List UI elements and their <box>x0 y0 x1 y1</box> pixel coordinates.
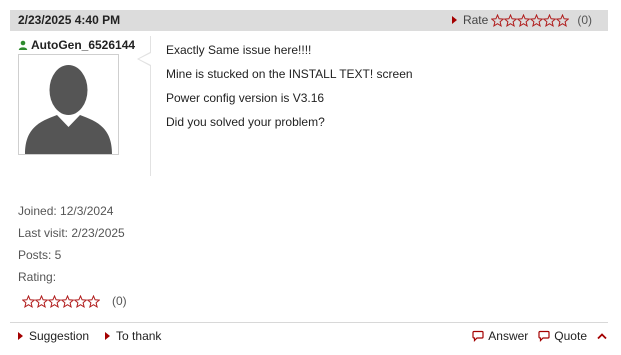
post-rating-stars[interactable] <box>491 13 570 27</box>
thank-link[interactable]: To thank <box>105 329 161 343</box>
answer-button[interactable]: Answer <box>472 329 528 343</box>
author-name[interactable]: AutoGen_6526144 <box>31 38 135 52</box>
post-header: 2/23/2025 4:40 PM Rate (0) <box>10 10 608 31</box>
star-icon[interactable] <box>543 13 557 27</box>
star-icon <box>61 294 74 308</box>
speech-notch-inner <box>139 53 151 65</box>
suggestion-link[interactable]: Suggestion <box>18 329 89 343</box>
triangle-right-icon <box>18 332 23 340</box>
answer-label[interactable]: Answer <box>488 329 528 343</box>
rate-label[interactable]: Rate <box>463 13 488 27</box>
rate-count: (0) <box>577 13 592 27</box>
star-icon <box>22 294 35 308</box>
post-message: Exactly Same issue here!!!! Mine is stuc… <box>166 38 413 134</box>
last-visit: Last visit: 2/23/2025 <box>18 226 125 240</box>
author-stats: Joined: 12/3/2024 Last visit: 2/23/2025 … <box>18 204 125 292</box>
star-icon[interactable] <box>517 13 531 27</box>
star-icon[interactable] <box>491 13 505 27</box>
avatar[interactable] <box>18 54 119 155</box>
author-rating: (0) <box>22 294 127 308</box>
suggestion-label[interactable]: Suggestion <box>29 329 89 343</box>
author-rating-count: (0) <box>112 294 127 308</box>
message-line: Mine is stucked on the INSTALL TEXT! scr… <box>166 67 413 81</box>
quote-label[interactable]: Quote <box>554 329 587 343</box>
post-count: Posts: 5 <box>18 248 62 262</box>
message-line: Did you solved your problem? <box>166 115 325 129</box>
speech-bubble-icon <box>472 330 484 342</box>
star-icon <box>74 294 87 308</box>
message-line: Exactly Same issue here!!!! <box>166 43 312 57</box>
message-line: Power config version is V3.16 <box>166 91 325 105</box>
joined-date: Joined: 12/3/2024 <box>18 204 114 218</box>
speech-bubble-icon <box>538 330 550 342</box>
default-avatar-icon <box>25 65 112 154</box>
star-icon <box>35 294 48 308</box>
author-rating-stars <box>22 294 100 308</box>
star-icon[interactable] <box>530 13 544 27</box>
author: AutoGen_6526144 <box>18 38 135 52</box>
star-icon[interactable] <box>556 13 570 27</box>
chevron-up-icon[interactable] <box>597 332 607 340</box>
triangle-right-icon <box>105 332 111 340</box>
footer-divider <box>10 322 608 323</box>
star-icon <box>48 294 61 308</box>
user-icon <box>18 40 28 50</box>
post-footer: Suggestion To thank Answer Quote <box>18 328 607 344</box>
post-date: 2/23/2025 4:40 PM <box>18 13 121 27</box>
rating-label: Rating: <box>18 270 57 284</box>
star-icon[interactable] <box>504 13 518 27</box>
rate-control[interactable]: Rate (0) <box>451 13 592 27</box>
quote-button[interactable]: Quote <box>538 329 587 343</box>
star-icon <box>87 294 100 308</box>
footer-actions: Answer Quote <box>462 329 607 343</box>
thank-label[interactable]: To thank <box>116 329 161 343</box>
triangle-right-icon <box>451 16 457 24</box>
